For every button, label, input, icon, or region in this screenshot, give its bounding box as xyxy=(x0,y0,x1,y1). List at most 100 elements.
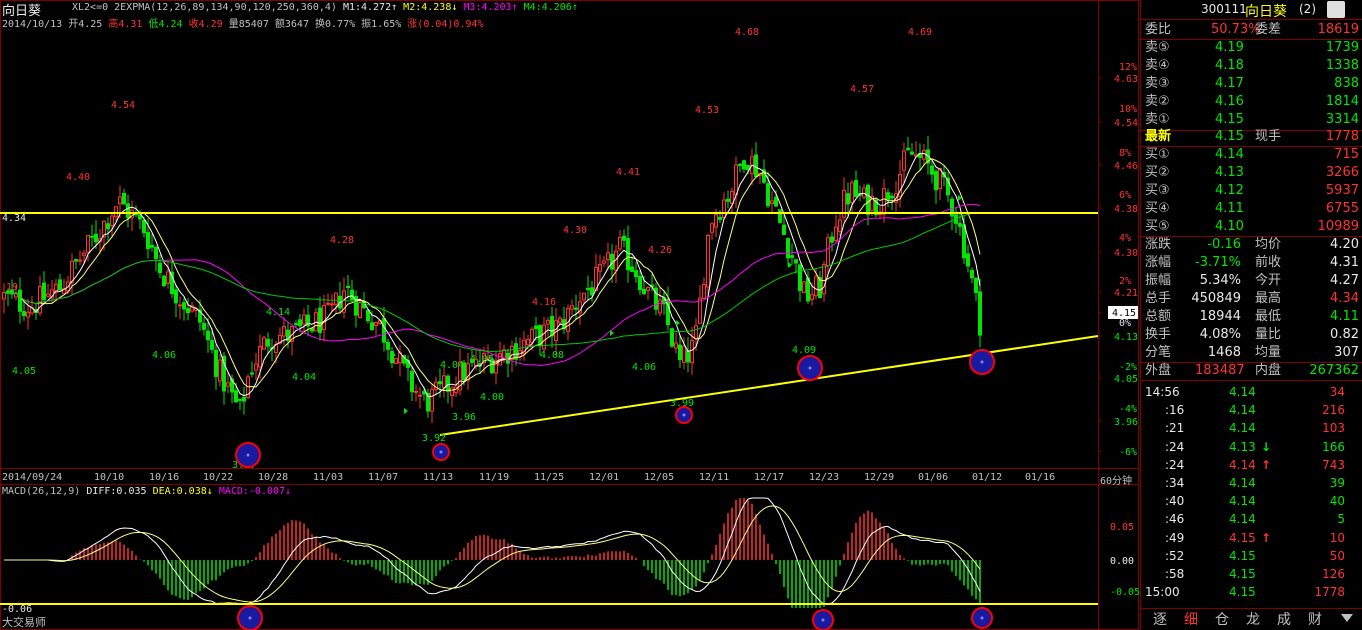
panel-tab[interactable]: 细 xyxy=(1180,611,1202,629)
candle-body xyxy=(318,307,322,333)
candle-body xyxy=(622,235,626,241)
candle-body xyxy=(370,322,374,330)
sell-price: 4.17 xyxy=(1215,76,1244,91)
buy-row[interactable]: 买② 4.13 3266 xyxy=(1141,164,1362,182)
sell-volume: 1814 xyxy=(1325,94,1359,109)
candle-body xyxy=(678,344,682,361)
tick-row[interactable]: :21 4.14 103 xyxy=(1141,419,1362,437)
price-axis-label: 4.21 xyxy=(1114,288,1138,299)
stat-value: 307 xyxy=(1334,345,1359,360)
candle-body xyxy=(786,238,790,259)
x-axis-label: 2014/09/24 xyxy=(2,472,62,483)
stat-row[interactable]: 涨幅 -3.71% 前收 4.31 xyxy=(1141,254,1362,272)
sell-price: 4.15 xyxy=(1215,112,1244,127)
tick-time: :52 xyxy=(1165,548,1185,563)
sell-row[interactable]: 卖④ 4.18 1338 xyxy=(1141,57,1362,75)
price-extreme-label: 4.53 xyxy=(695,105,719,116)
pct-axis-label: 4% xyxy=(1119,233,1131,244)
info-icon[interactable] xyxy=(1327,1,1345,18)
bar-info-header: 2014/10/13 开4.25 高4.31 低4.24 收4.29 量8540… xyxy=(2,15,484,30)
tick-row[interactable]: 15:00 4.15 1778 xyxy=(1141,583,1362,601)
bar-high: 高4.31 xyxy=(108,19,143,30)
stat-row[interactable]: 换手 4.08% 量比 0.82 xyxy=(1141,326,1362,344)
candle-body xyxy=(754,154,758,178)
stat-row[interactable]: 涨跌 -0.16 均价 4.20 xyxy=(1141,236,1362,254)
candle-body xyxy=(906,147,910,151)
sell-row[interactable]: 卖⑤ 4.19 1739 xyxy=(1141,39,1362,57)
x-axis-label: 12/17 xyxy=(754,472,784,483)
tick-row[interactable]: :40 4.14 40 xyxy=(1141,492,1362,510)
stat-row[interactable]: 总手 450849 最高 4.34 xyxy=(1141,290,1362,308)
x-axis-label: 01/16 xyxy=(1025,472,1055,483)
candle-body xyxy=(742,160,746,170)
chart-area[interactable]: 4.6312% 4.54 10% 4.46 8% 4.38 6% 4.30 4% 4.212% 4.… xyxy=(0,0,1140,630)
candle-body xyxy=(682,345,686,363)
stat-row[interactable]: 振幅 5.34% 今开 4.27 xyxy=(1141,272,1362,290)
candle-body xyxy=(210,339,214,350)
buy-row[interactable]: 买⑤ 4.10 10989 xyxy=(1141,218,1362,236)
tick-row[interactable]: :58 4.15 126 xyxy=(1141,565,1362,583)
candle-body xyxy=(734,164,738,196)
sell-price: 4.19 xyxy=(1215,40,1244,55)
price-extreme-label: 4.30 xyxy=(563,225,587,236)
candle-body xyxy=(18,289,22,312)
candle-body xyxy=(638,275,642,291)
candle-body xyxy=(586,287,590,290)
price-extreme-label: 4.69 xyxy=(908,27,932,38)
tick-price: 4.14 xyxy=(1229,457,1256,472)
candle-body xyxy=(938,168,942,190)
sell-row[interactable]: 卖② 4.16 1814 xyxy=(1141,93,1362,111)
candle-body xyxy=(366,309,370,322)
stat-row[interactable]: 分笔 1468 均量 307 xyxy=(1141,344,1362,362)
price-extreme-label: 3.96 xyxy=(452,412,476,423)
candlesticks[interactable] xyxy=(2,135,982,423)
bar-amount: 额3647 xyxy=(274,19,309,30)
sell-row[interactable]: 卖③ 4.17 838 xyxy=(1141,75,1362,93)
buy-row[interactable]: 买① 4.14 715 xyxy=(1141,146,1362,164)
m4-value: M4:4.206 xyxy=(523,2,572,13)
candle-body xyxy=(386,341,390,350)
price-axis-label: 4.54 xyxy=(1114,118,1138,129)
stat-row[interactable]: 总额 18944 最低 4.11 xyxy=(1141,308,1362,326)
tick-volume: 50 xyxy=(1329,548,1345,563)
price-extreme-label: 4.09 xyxy=(792,345,816,356)
tick-row[interactable]: :34 4.14 39 xyxy=(1141,474,1362,492)
stat-label: 涨幅 xyxy=(1145,255,1172,270)
tab-more-icon[interactable] xyxy=(1341,614,1353,622)
candle-body xyxy=(658,299,662,314)
tick-price: 4.14 xyxy=(1229,476,1256,490)
tick-row[interactable]: 14:56 4.14 34 xyxy=(1141,383,1362,401)
candle-body xyxy=(418,394,422,397)
tick-row[interactable]: :52 4.15 50 xyxy=(1141,547,1362,565)
panel-tab[interactable]: 仓 xyxy=(1211,611,1233,629)
tick-price: 4.14 xyxy=(1229,385,1256,399)
candle-body xyxy=(302,314,306,325)
kline-chart-svg[interactable]: 4.6312% 4.54 10% 4.46 8% 4.38 6% 4.30 4% 4.212% 4.… xyxy=(0,0,1140,630)
price-extreme-label: 4.06 xyxy=(152,350,176,361)
bar-date: 2014/10/13 xyxy=(2,19,63,30)
panel-tab[interactable]: 逐 xyxy=(1149,611,1171,629)
period-label[interactable]: 60分钟 xyxy=(1100,472,1132,487)
tick-row[interactable]: :46 4.14 5 xyxy=(1141,510,1362,528)
tick-up-arrow-icon: ↑ xyxy=(1261,530,1272,545)
price-axis-label: 4.46 xyxy=(1114,161,1138,172)
candle-body xyxy=(282,325,286,337)
tick-row[interactable]: :24 4.14 ↑ 743 xyxy=(1141,456,1362,474)
x-axis-label: 12/11 xyxy=(699,472,729,483)
tick-price: 4.14 xyxy=(1229,403,1256,418)
sell-row[interactable]: 卖① 4.15 3314 xyxy=(1141,111,1362,129)
tick-row[interactable]: :16 4.14 216 xyxy=(1141,401,1362,419)
price-extreme-label: 4.40 xyxy=(66,172,90,183)
panel-tab[interactable]: 成 xyxy=(1273,611,1295,629)
tick-row[interactable]: :49 4.15 ↑ 10 xyxy=(1141,529,1362,547)
tick-price: 4.15 xyxy=(1229,548,1256,563)
buy-row[interactable]: 买③ 4.12 5937 xyxy=(1141,182,1362,200)
panel-tab[interactable]: 龙 xyxy=(1242,611,1264,629)
candle-body xyxy=(238,398,242,401)
buy-row[interactable]: 买④ 4.11 6755 xyxy=(1141,200,1362,218)
outer-value: 183487 xyxy=(1195,363,1245,378)
candle-body xyxy=(714,214,718,228)
tick-row[interactable]: :24 4.13 ↓ 166 xyxy=(1141,438,1362,456)
buy-price: 4.13 xyxy=(1215,165,1244,180)
panel-tab[interactable]: 财 xyxy=(1304,611,1326,629)
